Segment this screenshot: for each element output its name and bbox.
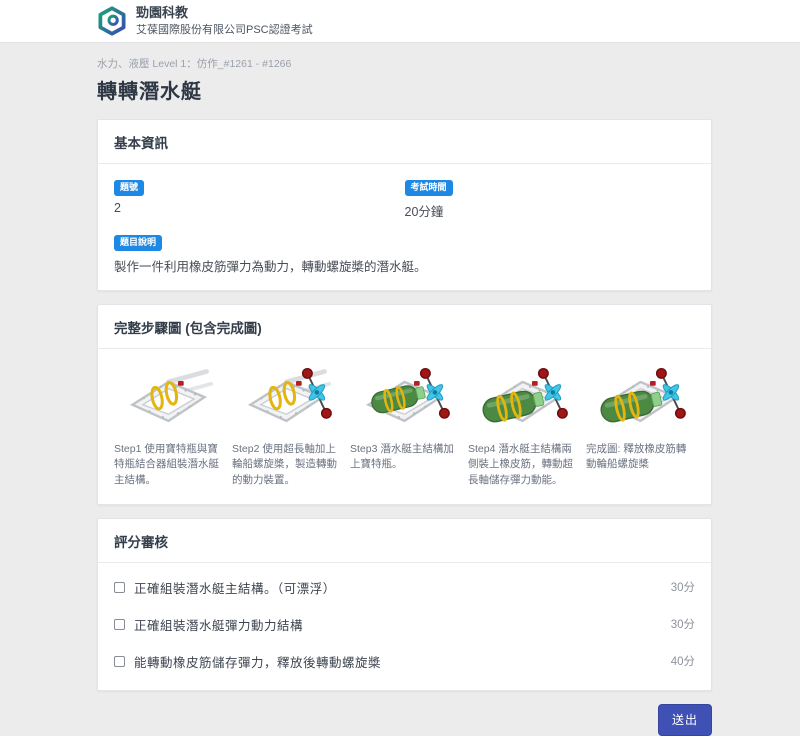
brand-name: 勁園科教 — [136, 5, 313, 22]
question-description-value: 製作一件利用橡皮筋彈力為動力，轉動螺旋槳的潛水艇。 — [114, 256, 695, 275]
question-number-value: 2 — [114, 201, 405, 215]
step-1-figure: Step1 使用寶特瓶與寶特瓶結合器組裝潛水艇主結構。 — [114, 362, 223, 489]
step-3-caption: Step3 潛水艇主結構加上寶特瓶。 — [350, 442, 459, 474]
exam-time-value: 20分鐘 — [405, 201, 696, 220]
page-title: 轉轉潛水艇 — [97, 75, 712, 104]
question-number-field: 題號 2 — [114, 177, 405, 220]
scoring-score-1: 30分 — [671, 579, 695, 595]
brand-logo-icon — [97, 6, 127, 36]
question-description-badge: 題目說明 — [114, 235, 162, 251]
steps-card: 完整步驟圖 (包含完成圖) Step1 使用寶特瓶與寶特瓶結合器組裝潛水艇主結構… — [97, 304, 712, 505]
step-4-figure: Step4 潛水艇主結構兩側裝上橡皮筋，轉動超長軸儲存彈力動能。 — [468, 362, 577, 489]
step-1-image — [114, 362, 223, 438]
question-description-field: 題目說明 製作一件利用橡皮筋彈力為動力，轉動螺旋槳的潛水艇。 — [114, 232, 695, 275]
step-2-caption: Step2 使用超長軸加上輪船螺旋槳，製造轉動的動力裝置。 — [232, 442, 341, 489]
step-4-image — [468, 362, 577, 438]
scoring-label-2: 正確組裝潛水艇彈力動力結構 — [134, 615, 303, 634]
step-2-figure: Step2 使用超長軸加上輪船螺旋槳，製造轉動的動力裝置。 — [232, 362, 341, 489]
scoring-card-title: 評分審核 — [98, 519, 711, 563]
step-2-image — [232, 362, 341, 438]
scoring-score-3: 40分 — [671, 653, 695, 669]
brand-subtitle: 艾葆國際股份有限公司PSC認證考試 — [136, 21, 313, 37]
scoring-card: 評分審核 正確組裝潛水艇主結構。（可漂浮） 30分 正確組裝潛水艇彈力動力結構 … — [97, 518, 712, 691]
scoring-row: 能轉動橡皮筋儲存彈力，釋放後轉動螺旋槳 40分 — [114, 643, 695, 680]
completed-figure: 完成圖: 釋放橡皮筋轉動輪船螺旋槳 — [586, 362, 695, 489]
scoring-score-2: 30分 — [671, 616, 695, 632]
steps-card-title: 完整步驟圖 (包含完成圖) — [98, 305, 711, 349]
scoring-label-3: 能轉動橡皮筋儲存彈力，釋放後轉動螺旋槳 — [134, 652, 381, 671]
basic-info-card: 基本資訊 題號 2 考試時間 20分鐘 題目說明 製作一件利用橡皮筋彈力為動力，… — [97, 119, 712, 291]
brand-block[interactable]: 勁園科教 艾葆國際股份有限公司PSC認證考試 — [97, 5, 313, 38]
scoring-row: 正確組裝潛水艇彈力動力結構 30分 — [114, 606, 695, 643]
step-4-caption: Step4 潛水艇主結構兩側裝上橡皮筋，轉動超長軸儲存彈力動能。 — [468, 442, 577, 489]
exam-time-field: 考試時間 20分鐘 — [405, 177, 696, 220]
step-3-figure: Step3 潛水艇主結構加上寶特瓶。 — [350, 362, 459, 489]
scoring-row: 正確組裝潛水艇主結構。（可漂浮） 30分 — [114, 569, 695, 606]
completed-caption: 完成圖: 釋放橡皮筋轉動輪船螺旋槳 — [586, 442, 695, 474]
breadcrumb: 水力、液壓 Level 1：仿作_#1261 - #1266 — [97, 56, 712, 71]
scoring-checkbox-1[interactable] — [114, 582, 125, 593]
scoring-checkbox-2[interactable] — [114, 619, 125, 630]
scoring-checkbox-3[interactable] — [114, 656, 125, 667]
exam-page: 水力、液壓 Level 1：仿作_#1261 - #1266 轉轉潛水艇 基本資… — [97, 56, 712, 736]
app-header: 勁園科教 艾葆國際股份有限公司PSC認證考試 — [0, 0, 800, 43]
scoring-label-1: 正確組裝潛水艇主結構。（可漂浮） — [134, 578, 336, 597]
basic-info-card-title: 基本資訊 — [98, 120, 711, 164]
step-3-image — [350, 362, 459, 438]
submit-button[interactable]: 送出 — [658, 704, 712, 736]
exam-time-badge: 考試時間 — [405, 180, 453, 196]
question-number-badge: 題號 — [114, 180, 144, 196]
step-1-caption: Step1 使用寶特瓶與寶特瓶結合器組裝潛水艇主結構。 — [114, 442, 223, 489]
completed-image — [586, 362, 695, 438]
